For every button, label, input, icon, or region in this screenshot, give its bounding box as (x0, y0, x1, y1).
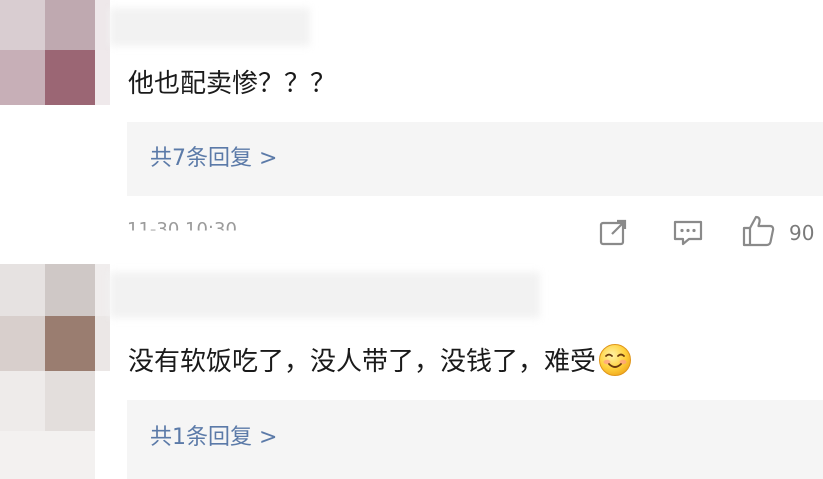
avatar-pixel (0, 431, 95, 479)
avatar-pixel (95, 316, 110, 371)
comment-text: 他也配卖惨？？？ (128, 69, 337, 99)
avatar[interactable] (0, 264, 110, 479)
blurred-username (110, 272, 540, 318)
avatar-pixel (95, 50, 110, 105)
avatar-pixel (45, 264, 95, 316)
avatar-pixel (0, 50, 45, 105)
timestamp: 11-30 10:30 (127, 219, 237, 240)
avatar-pixel (0, 371, 45, 431)
blurred-username (110, 8, 310, 46)
view-replies-link[interactable]: 共7条回复 > (150, 144, 277, 174)
comment-bubble-icon[interactable] (672, 218, 704, 248)
avatar-pixel (45, 371, 95, 431)
share-external-icon[interactable] (598, 218, 630, 248)
avatar-pixel (45, 316, 95, 371)
thumbs-up-icon[interactable] (741, 214, 777, 248)
avatar-pixel (0, 316, 45, 371)
avatar[interactable] (0, 0, 110, 105)
avatar-pixel (0, 264, 45, 316)
comment-text: 没有软饭吃了，没人带了，没钱了，难受 (128, 343, 632, 380)
avatar-pixel (95, 264, 110, 316)
smile-emoji-icon (599, 344, 632, 376)
avatar-pixel (95, 0, 110, 50)
avatar-pixel (45, 0, 95, 50)
avatar-pixel (0, 0, 45, 50)
avatar-pixel (45, 50, 95, 105)
like-count: 90 (789, 221, 815, 245)
view-replies-link[interactable]: 共1条回复 > (150, 423, 277, 453)
